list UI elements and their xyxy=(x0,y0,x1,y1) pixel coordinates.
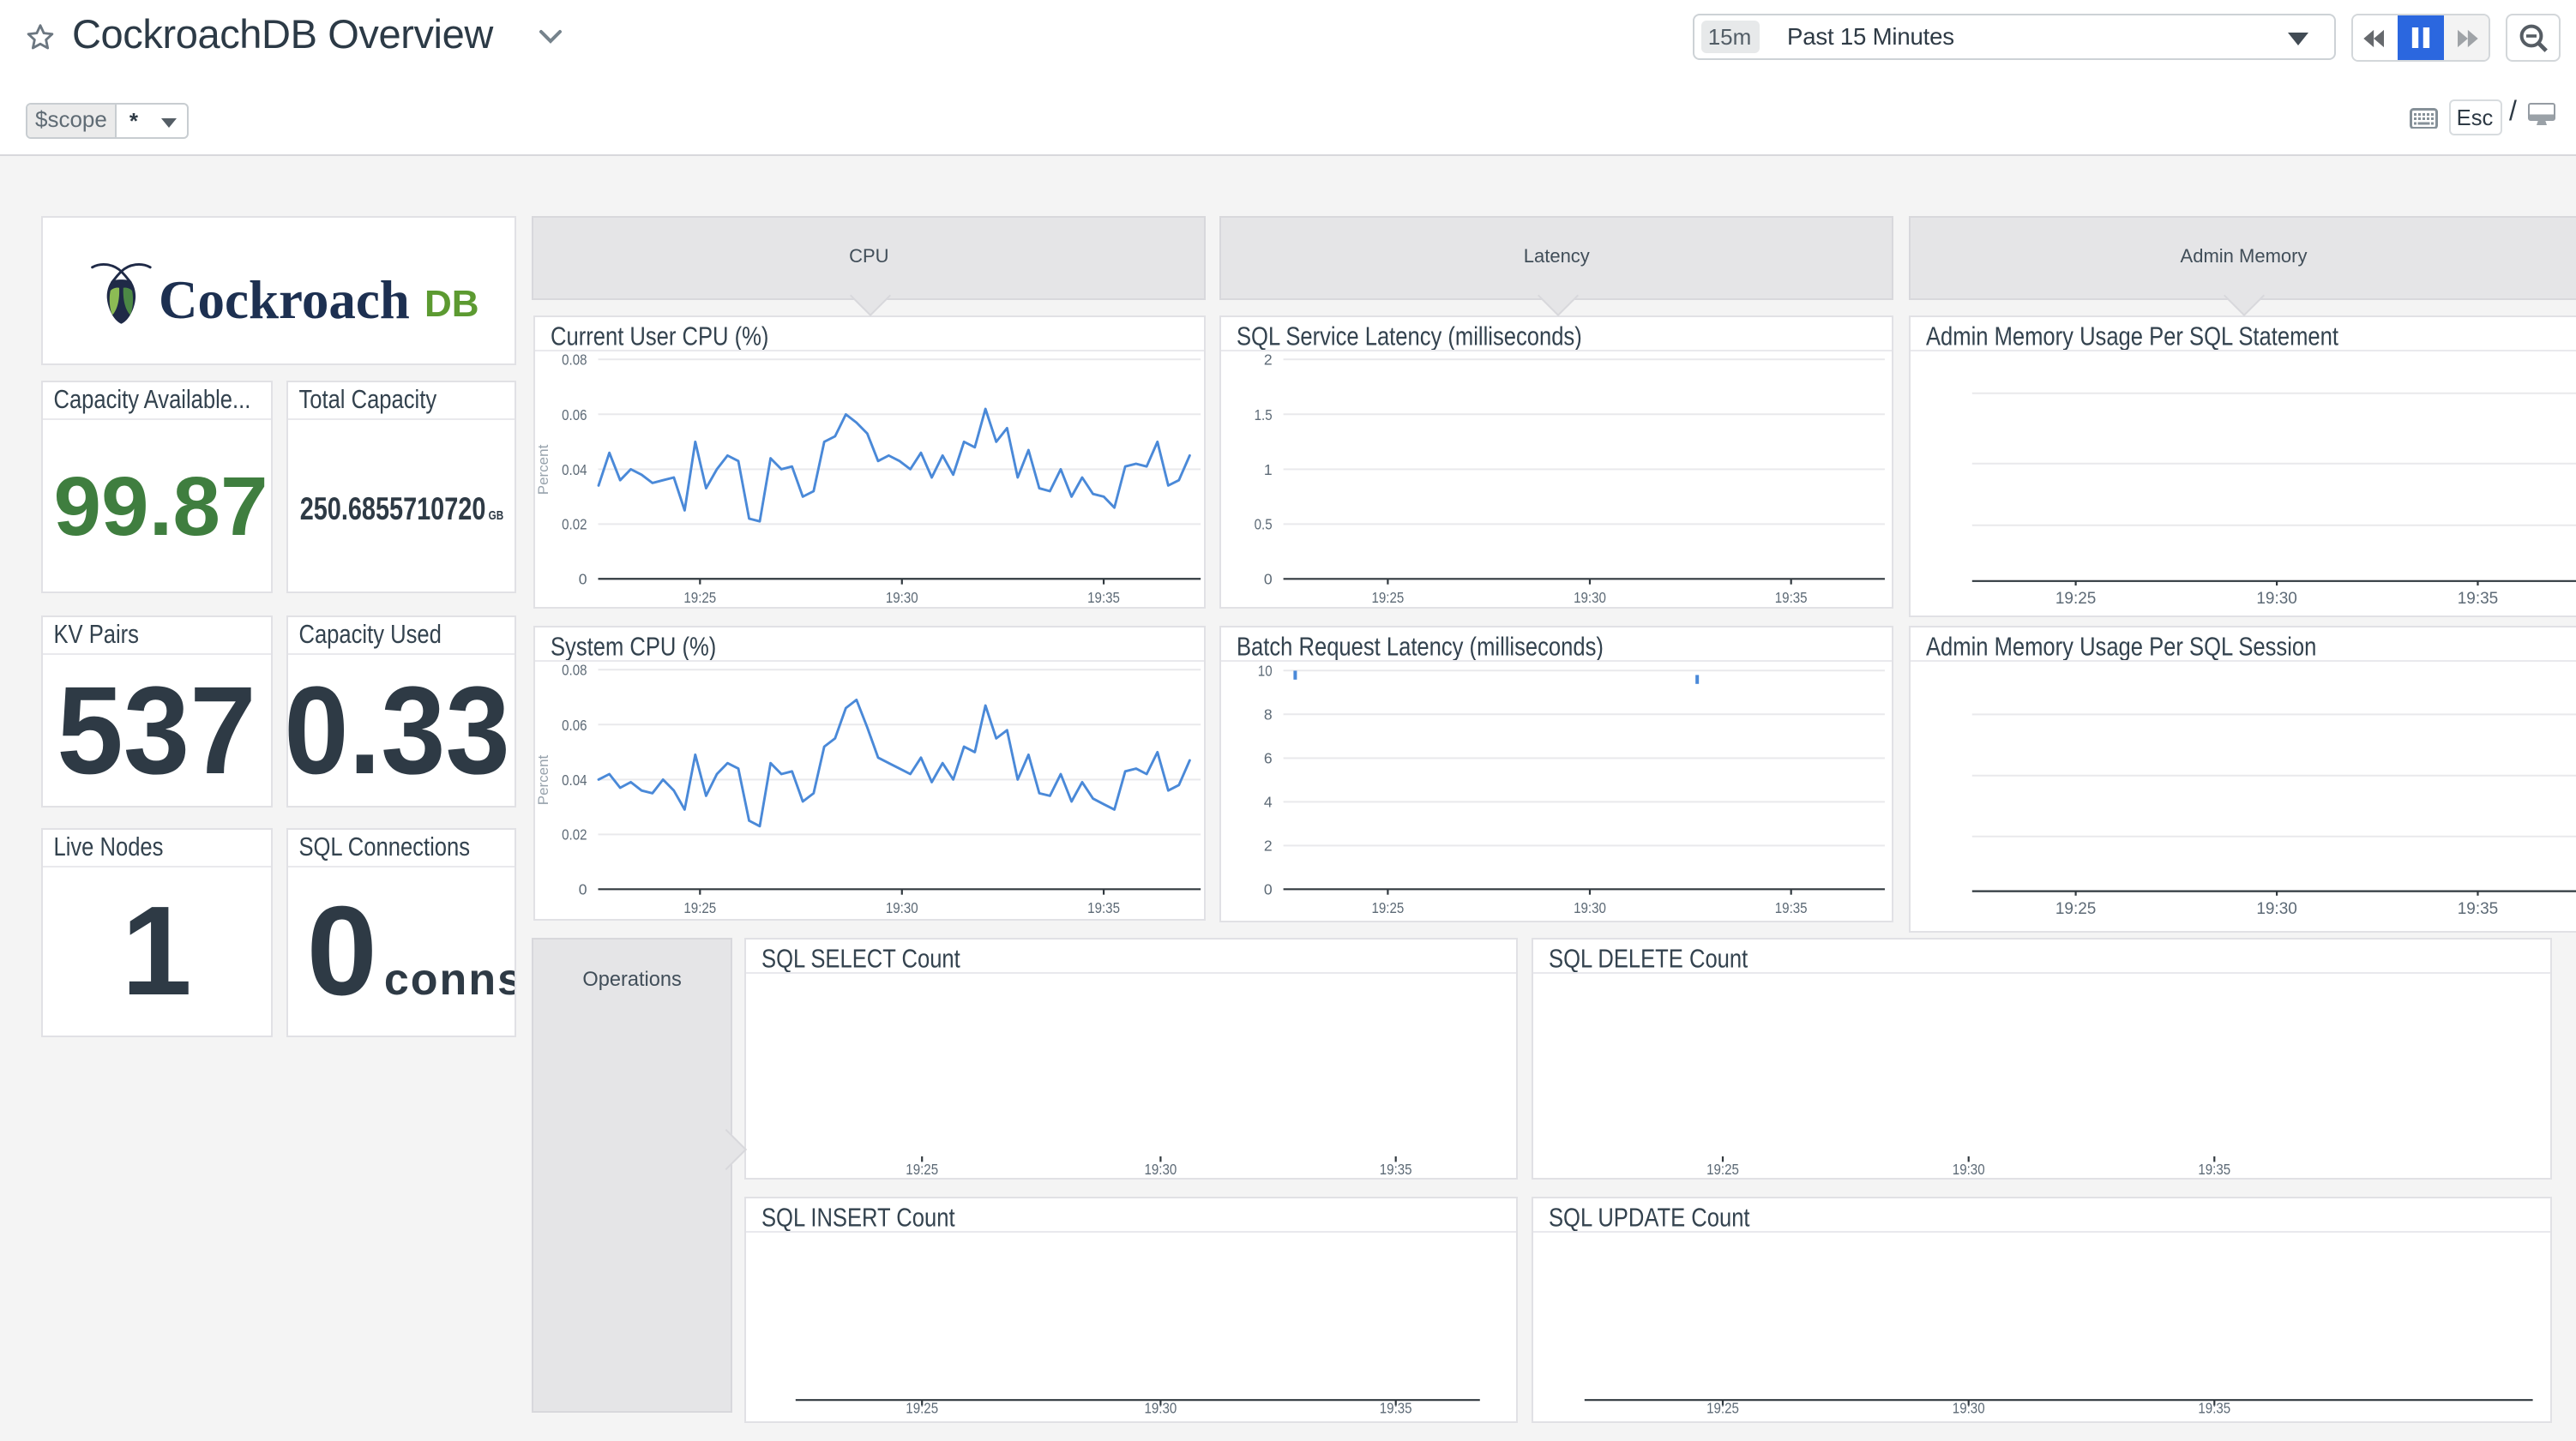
svg-text:Cockroach: Cockroach xyxy=(159,269,410,329)
svg-text:19:35: 19:35 xyxy=(2458,899,2499,917)
svg-text:19:25: 19:25 xyxy=(906,1399,939,1416)
svg-text:DB: DB xyxy=(424,282,479,324)
svg-text:19:30: 19:30 xyxy=(2257,899,2298,917)
svg-text:0.06: 0.06 xyxy=(562,717,587,735)
svg-text:0.08: 0.08 xyxy=(562,351,587,368)
svg-text:10: 10 xyxy=(1258,663,1273,680)
svg-text:19:35: 19:35 xyxy=(2458,591,2499,609)
svg-text:SQL SELECT Count: SQL SELECT Count xyxy=(762,942,961,972)
svg-text:19:30: 19:30 xyxy=(885,900,918,917)
svg-text:Percent: Percent xyxy=(535,444,551,495)
svg-text:Current User CPU (%): Current User CPU (%) xyxy=(551,321,768,351)
svg-text:SQL DELETE Count: SQL DELETE Count xyxy=(1549,942,1748,972)
svg-text:19:35: 19:35 xyxy=(1381,1399,1413,1416)
svg-text:6: 6 xyxy=(1264,750,1273,767)
svg-text:0: 0 xyxy=(578,881,587,898)
svg-text:0.04: 0.04 xyxy=(562,772,587,790)
svg-text:19:30: 19:30 xyxy=(2257,591,2298,609)
svg-text:19:35: 19:35 xyxy=(1381,1160,1413,1177)
svg-text:1.5: 1.5 xyxy=(1255,406,1273,423)
svg-text:Batch Request Latency (millise: Batch Request Latency (milliseconds) xyxy=(1237,632,1604,662)
svg-text:System CPU (%): System CPU (%) xyxy=(550,632,715,662)
svg-text:19:35: 19:35 xyxy=(1087,589,1120,606)
svg-text:19:30: 19:30 xyxy=(1145,1160,1177,1177)
svg-text:19:35: 19:35 xyxy=(1775,589,1808,606)
svg-text:2: 2 xyxy=(1264,838,1273,855)
svg-text:0: 0 xyxy=(578,570,587,587)
svg-text:SQL Service Latency (milliseco: SQL Service Latency (milliseconds) xyxy=(1237,321,1582,351)
svg-text:0.5: 0.5 xyxy=(1255,515,1273,532)
svg-text:19:25: 19:25 xyxy=(683,589,716,606)
svg-text:19:30: 19:30 xyxy=(1145,1399,1177,1416)
svg-text:19:30: 19:30 xyxy=(885,589,918,606)
svg-text:SQL INSERT Count: SQL INSERT Count xyxy=(762,1202,956,1232)
svg-text:19:35: 19:35 xyxy=(1087,900,1120,917)
svg-text:0.02: 0.02 xyxy=(562,826,587,844)
svg-text:19:25: 19:25 xyxy=(906,1160,939,1177)
svg-text:0.04: 0.04 xyxy=(562,461,587,478)
svg-text:SQL UPDATE Count: SQL UPDATE Count xyxy=(1549,1202,1750,1232)
svg-text:Admin Memory Usage Per SQL Ses: Admin Memory Usage Per SQL Session xyxy=(1927,631,2317,661)
svg-text:0.08: 0.08 xyxy=(562,662,587,679)
svg-text:0: 0 xyxy=(1264,881,1273,898)
svg-text:Percent: Percent xyxy=(535,755,551,806)
svg-text:19:25: 19:25 xyxy=(2056,591,2098,609)
svg-text:19:35: 19:35 xyxy=(2198,1160,2230,1177)
svg-text:19:30: 19:30 xyxy=(1574,589,1606,606)
svg-text:19:30: 19:30 xyxy=(1953,1160,1985,1177)
svg-text:19:25: 19:25 xyxy=(2056,899,2098,917)
svg-text:2: 2 xyxy=(1264,351,1273,368)
svg-text:Admin Memory Usage Per SQL Sta: Admin Memory Usage Per SQL Statement xyxy=(1927,321,2339,351)
svg-text:19:25: 19:25 xyxy=(1371,589,1404,606)
svg-text:19:25: 19:25 xyxy=(1706,1399,1739,1416)
svg-text:0: 0 xyxy=(1264,570,1273,587)
svg-text:19:35: 19:35 xyxy=(2198,1399,2230,1416)
svg-text:8: 8 xyxy=(1264,706,1273,724)
svg-text:19:35: 19:35 xyxy=(1775,900,1808,917)
svg-text:0.06: 0.06 xyxy=(562,406,587,423)
svg-text:1: 1 xyxy=(1264,461,1273,478)
svg-text:19:25: 19:25 xyxy=(683,900,716,917)
svg-text:19:25: 19:25 xyxy=(1371,900,1404,917)
svg-text:19:30: 19:30 xyxy=(1953,1399,1985,1416)
svg-text:0.02: 0.02 xyxy=(562,515,587,532)
svg-text:4: 4 xyxy=(1264,794,1273,811)
svg-text:19:25: 19:25 xyxy=(1706,1160,1739,1177)
svg-text:19:30: 19:30 xyxy=(1574,900,1606,917)
